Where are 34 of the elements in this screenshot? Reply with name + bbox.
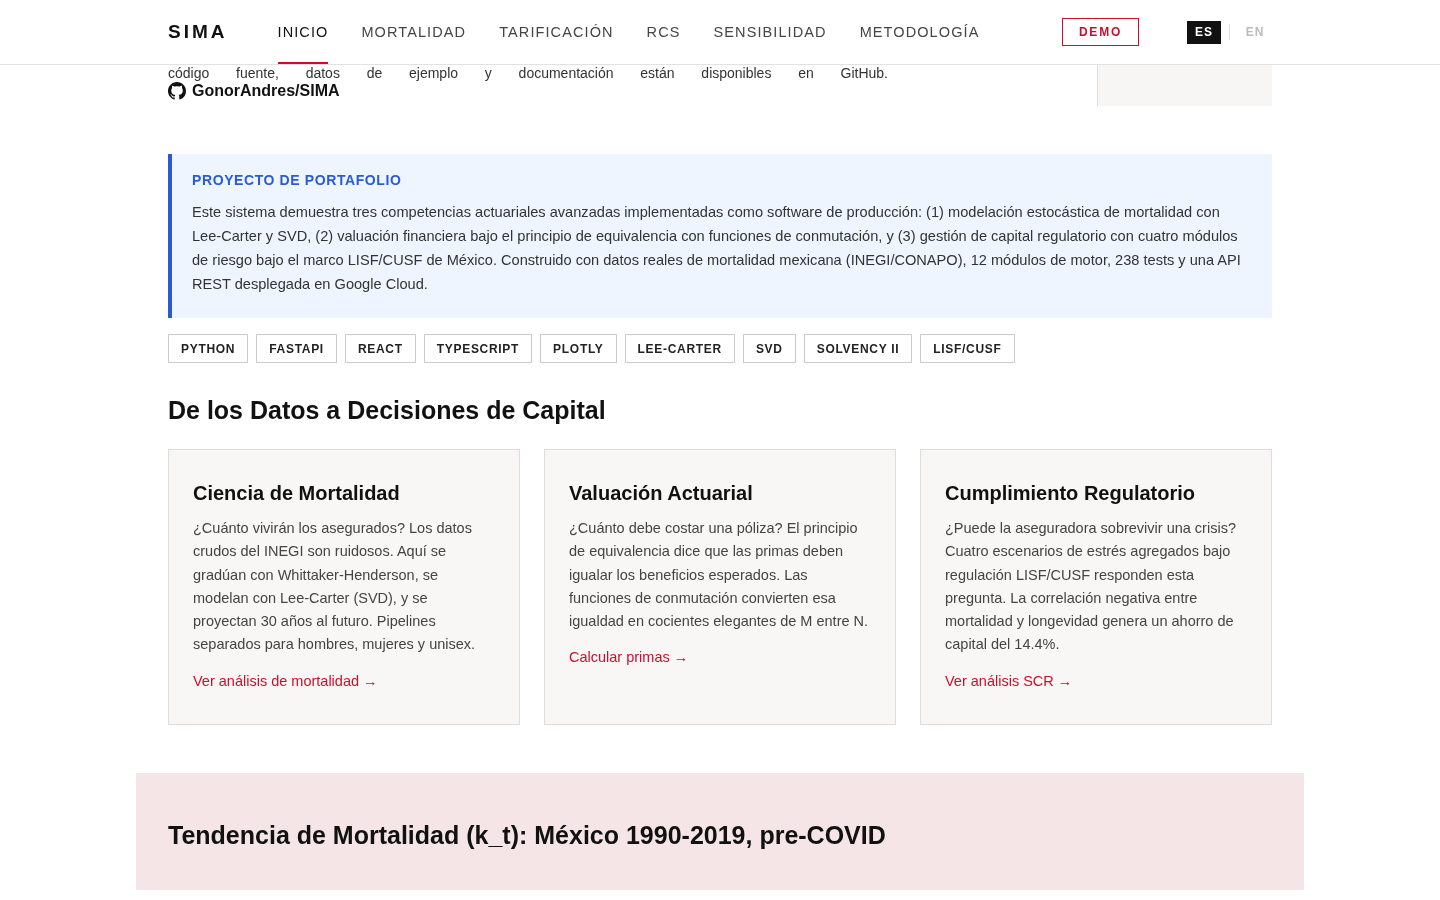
nav-link[interactable]: SENSIBILIDAD (713, 0, 827, 64)
nav-link[interactable]: RCS (646, 0, 681, 64)
card-text: ¿Puede la aseguradora sobrevivir una crisis? Cuatro escenarios de estrés agregados bajo regulación LISF/CUSF responden esta pregunta. La correlación negativa entre mortalidad y longevidad genera un ahorro de capital del 14.4%. (945, 519, 1237, 655)
card-text: ¿Cuánto debe costar una póliza? El principio de equivalencia dice que las primas deben igualar los beneficios esperados. Las funciones de conmutación convierten esa igualdad en cocientes elegantes de M entre N. (569, 519, 870, 632)
tech-tag: FASTAPI (256, 334, 337, 363)
nav-link[interactable]: MORTALIDAD (361, 0, 467, 64)
tech-tag: SVD (742, 334, 796, 363)
tech-tag: TYPESCRIPT (423, 334, 533, 363)
tech-tag: PYTHON (168, 334, 249, 363)
demo-button[interactable]: DEMO (1062, 18, 1139, 46)
card-text: ¿Cuánto vivirán los asegurados? Los datos crudos del INEGI son ruidosos. Aquí se gradúan con Whittaker-Henderson, se modelan con Lee-Carter (SVD), y se proyectan 30 años al futuro. Pipelines separados para hombres, mujeres y unisex. (193, 519, 477, 655)
nav-link[interactable]: METODOLOGÍA (859, 0, 980, 64)
intro-text: código fuente, datos de ejemplo y documentación están disponibles en GitHub. (168, 65, 888, 82)
section-title: De los Datos a Decisiones de Capital (168, 396, 607, 425)
logo[interactable]: SIMA (168, 21, 228, 43)
card-link[interactable]: Ver análisis de mortalidad → (193, 672, 378, 689)
github-link[interactable]: GonorAndres/SIMA (168, 82, 340, 100)
callout-text: Este sistema demuestra tres competencias actuariales avanzadas implementadas como software de producción: (1) modelación estocástica de mortalidad con Lee-Carter y SVD, (2) valuación financiera bajo el principio de equivalencia con funciones de conmutación, y (3) gestión de capital regulatorio con cuatro módulos de riesgo bajo el marco LISF/CUSF de México. Construido con datos reales de mortalidad mexicana (INEGI/CONAPO), 12 módulos de motor, 238 tests y una API REST desplegada en Google Cloud. (192, 203, 1242, 294)
card-title: Ciencia de Mortalidad (193, 482, 401, 505)
language-button[interactable]: ES (1187, 20, 1221, 44)
github-icon (168, 82, 186, 100)
section-title: Tendencia de Mortalidad (k_t): México 1990-2019, pre-COVID (168, 820, 887, 850)
callout-title: PROYECTO DE PORTAFOLIO (192, 172, 403, 188)
card-link[interactable]: Calcular primas → (569, 649, 689, 666)
card-title: Cumplimiento Regulatorio (945, 482, 1196, 505)
tech-tag: PLOTLY (540, 334, 617, 363)
nav-link[interactable]: INICIO (277, 0, 329, 64)
nav-link[interactable]: TARIFICACIÓN (499, 0, 614, 64)
card-title: Valuación Actuarial (569, 482, 754, 505)
tech-tag: LISF/CUSF (920, 334, 1015, 363)
tech-tag: REACT (344, 334, 416, 363)
card-link[interactable]: Ver análisis SCR → (945, 672, 1073, 689)
tech-tag: LEE-CARTER (624, 334, 735, 363)
tech-tag: SOLVENCY II (803, 334, 913, 363)
